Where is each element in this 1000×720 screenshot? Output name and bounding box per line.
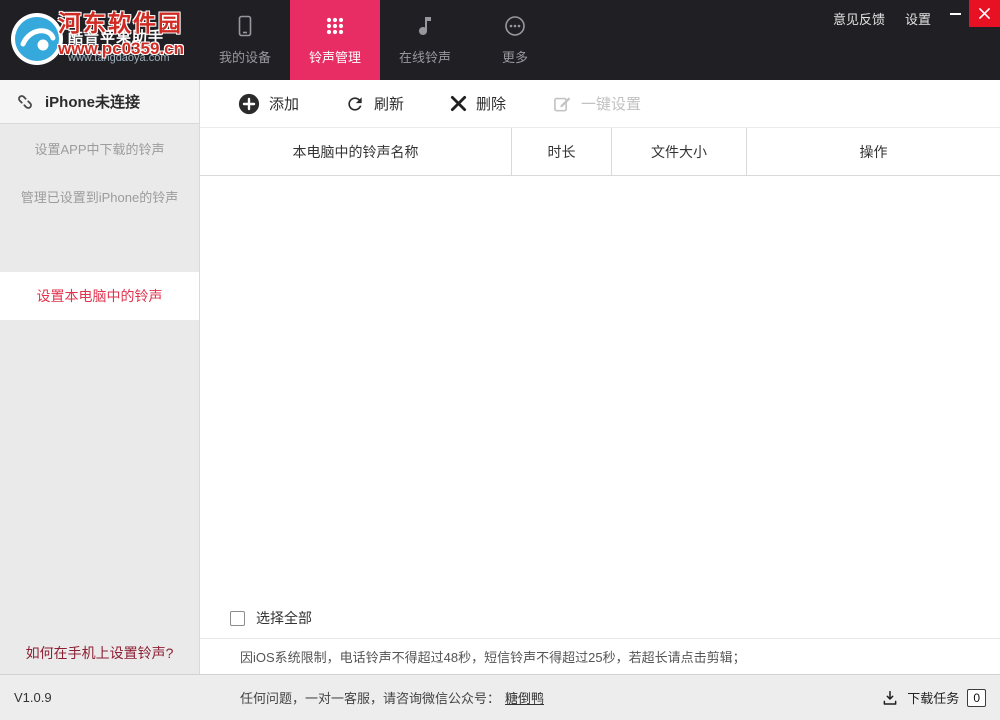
download-icon [881,689,899,707]
support-text: 任何问题，一对一客服，请咨询微信公众号： [240,688,500,707]
sidebar-item-iphone-ringtones[interactable]: 管理已设置到iPhone的铃声 [0,172,199,220]
select-all-row: 选择全部 [200,598,1000,638]
app-logo [10,12,64,66]
settings-link[interactable]: 设置 [895,0,941,37]
close-icon [979,8,990,19]
more-icon [503,14,527,38]
support-area: 任何问题，一对一客服，请咨询微信公众号： 糖倒鸭 [200,688,881,707]
download-label: 下载任务 [907,688,959,707]
wechat-account-link[interactable]: 糖倒鸭 [505,688,544,707]
brand-text: 酷音苹果助手 www.tangdaoya.com [68,26,170,64]
version-label: V1.0.9 [0,690,200,705]
onekey-setup-button[interactable]: 一键设置 [552,93,641,114]
minimize-icon [950,13,961,15]
tab-online-ringtone[interactable]: 在线铃声 [380,0,470,80]
sidebar-item-app-downloaded-ringtones[interactable]: 设置APP中下载的铃声 [0,124,199,172]
add-label: 添加 [269,93,299,114]
music-note-icon [413,14,437,38]
ios-limit-notice: 因iOS系统限制，电话铃声不得超过48秒，短信铃声不得超过25秒，若超长请点击剪… [200,638,1000,674]
download-count-badge: 0 [967,689,986,707]
column-file-size: 文件大小 [612,128,747,175]
tab-label: 在线铃声 [399,47,451,66]
edit-box-icon [552,94,572,114]
broken-link-icon [14,91,36,113]
help-link[interactable]: 如何在手机上设置铃声? [0,643,199,663]
titlebar-controls: 意见反馈 设置 [823,0,1000,37]
refresh-label: 刷新 [374,93,404,114]
device-status: iPhone未连接 [45,91,140,112]
app-name: 酷音苹果助手 [68,26,170,47]
titlebar: 酷音苹果助手 www.tangdaoya.com 河东软件园 www.pc035… [0,0,1000,80]
table-body-empty [200,176,1000,598]
onekey-label: 一键设置 [581,93,641,114]
column-operation: 操作 [747,128,1000,175]
close-button[interactable] [969,0,1000,27]
main-nav: 我的设备 铃声管理 在线铃声 [200,0,560,80]
plus-circle-icon [238,93,260,115]
sidebar: iPhone未连接 设置APP中下载的铃声 管理已设置到iPhone的铃声 设置… [0,80,200,674]
tab-label: 我的设备 [219,47,271,66]
main-content: 添加 刷新 删除 [200,80,1000,674]
select-all-checkbox[interactable] [230,611,245,626]
refresh-icon [345,94,365,114]
add-button[interactable]: 添加 [238,93,299,115]
tab-more[interactable]: 更多 [470,0,560,80]
tab-label: 更多 [502,47,528,66]
tab-ringtone-manage[interactable]: 铃声管理 [290,0,380,80]
delete-button[interactable]: 删除 [450,93,506,114]
refresh-button[interactable]: 刷新 [345,93,404,114]
app-website: www.tangdaoya.com [68,52,170,64]
feedback-link[interactable]: 意见反馈 [823,0,895,37]
column-duration: 时长 [512,128,612,175]
delete-label: 删除 [476,93,506,114]
tab-label: 铃声管理 [309,47,361,66]
select-all-label: 选择全部 [256,608,312,628]
device-status-row: iPhone未连接 [0,80,199,124]
table-header: 本电脑中的铃声名称 时长 文件大小 操作 [200,128,1000,176]
download-tasks-button[interactable]: 下载任务 0 [881,688,1000,707]
app-window: 酷音苹果助手 www.tangdaoya.com 河东软件园 www.pc035… [0,0,1000,720]
tab-my-device[interactable]: 我的设备 [200,0,290,80]
sidebar-item-local-ringtones[interactable]: 设置本电脑中的铃声 [0,272,199,320]
footer: V1.0.9 任何问题，一对一客服，请咨询微信公众号： 糖倒鸭 下载任务 0 [0,674,1000,720]
toolbar: 添加 刷新 删除 [200,80,1000,128]
column-ringtone-name: 本电脑中的铃声名称 [200,128,512,175]
smartphone-icon [233,14,257,38]
dialpad-icon [323,14,347,38]
minimize-button[interactable] [941,0,969,27]
x-icon [450,95,467,112]
